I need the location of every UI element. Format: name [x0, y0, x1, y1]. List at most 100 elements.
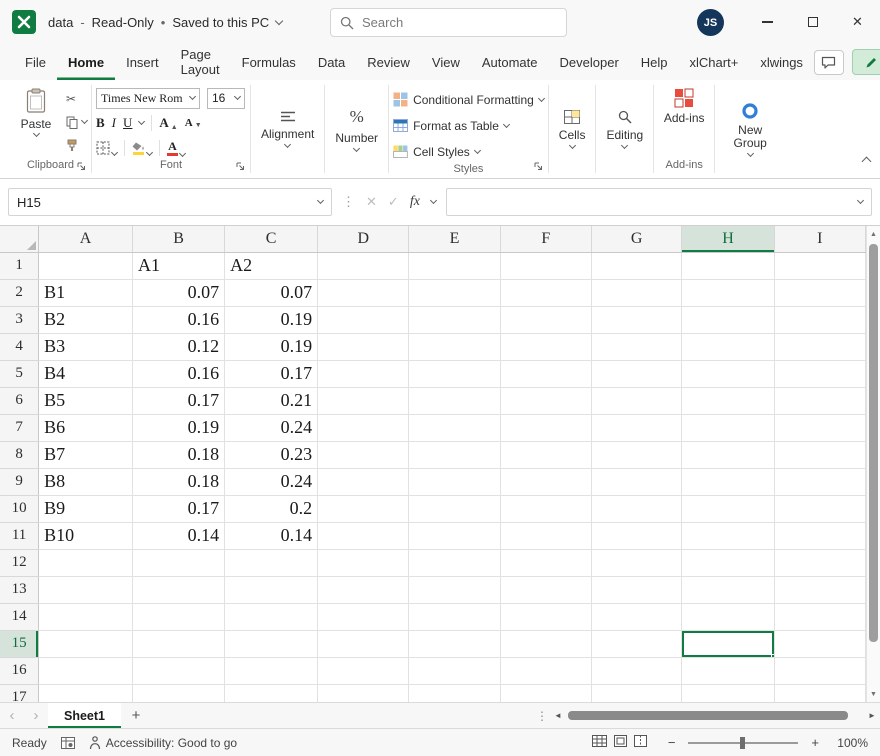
row-header-11[interactable]: 11 — [0, 522, 39, 549]
cell-H8[interactable] — [682, 441, 774, 468]
chevron-down-icon[interactable] — [317, 197, 324, 204]
cell-D7[interactable] — [318, 414, 409, 441]
format-as-table-button[interactable]: Format as Table — [393, 114, 544, 137]
cell-H12[interactable] — [682, 549, 774, 576]
cell-D10[interactable] — [318, 495, 409, 522]
cell-C16[interactable] — [225, 657, 318, 684]
cell-A2[interactable]: B1 — [39, 279, 133, 306]
cell-I6[interactable] — [774, 387, 865, 414]
cell-I16[interactable] — [774, 657, 865, 684]
row-header-10[interactable]: 10 — [0, 495, 39, 522]
cell-E14[interactable] — [409, 603, 500, 630]
row-header-1[interactable]: 1 — [0, 252, 39, 279]
cell-B16[interactable] — [133, 657, 225, 684]
cell-E12[interactable] — [409, 549, 500, 576]
cut-button[interactable]: ✂ — [66, 91, 87, 107]
cell-B15[interactable] — [133, 630, 225, 657]
drag-dots-icon[interactable]: ⋮ — [342, 194, 355, 210]
cell-E13[interactable] — [409, 576, 500, 603]
row-header-15[interactable]: 15 — [0, 630, 39, 657]
cell-B5[interactable]: 0.16 — [133, 360, 225, 387]
cell-I2[interactable] — [774, 279, 865, 306]
cell-F6[interactable] — [500, 387, 591, 414]
tab-developer[interactable]: Developer — [549, 44, 630, 80]
zoom-slider-thumb[interactable] — [740, 737, 745, 749]
zoom-slider[interactable] — [688, 742, 798, 744]
cell-I11[interactable] — [774, 522, 865, 549]
collapse-ribbon-button[interactable] — [863, 152, 870, 170]
cell-D16[interactable] — [318, 657, 409, 684]
cell-G1[interactable] — [591, 252, 681, 279]
cell-A6[interactable]: B5 — [39, 387, 133, 414]
cell-E16[interactable] — [409, 657, 500, 684]
font-size-combo[interactable]: 16 — [207, 88, 245, 109]
cell-B11[interactable]: 0.14 — [133, 522, 225, 549]
cell-B1[interactable]: A1 — [133, 252, 225, 279]
row-header-8[interactable]: 8 — [0, 441, 39, 468]
font-dialog-launcher-icon[interactable] — [236, 162, 245, 174]
cell-G13[interactable] — [591, 576, 681, 603]
cell-F7[interactable] — [500, 414, 591, 441]
row-header-5[interactable]: 5 — [0, 360, 39, 387]
sheet-tab-sheet1[interactable]: Sheet1 — [48, 703, 121, 728]
cell-B12[interactable] — [133, 549, 225, 576]
cell-styles-button[interactable]: Cell Styles — [393, 140, 544, 163]
cell-D1[interactable] — [318, 252, 409, 279]
insert-function-button[interactable]: fx — [410, 194, 420, 210]
cell-A11[interactable]: B10 — [39, 522, 133, 549]
cell-C13[interactable] — [225, 576, 318, 603]
cell-H3[interactable] — [682, 306, 774, 333]
row-header-12[interactable]: 12 — [0, 549, 39, 576]
cell-F10[interactable] — [500, 495, 591, 522]
tab-formulas[interactable]: Formulas — [231, 44, 307, 80]
cell-F3[interactable] — [500, 306, 591, 333]
cell-I13[interactable] — [774, 576, 865, 603]
maximize-button[interactable] — [790, 0, 835, 44]
cell-C15[interactable] — [225, 630, 318, 657]
paste-button[interactable]: Paste — [14, 88, 58, 159]
styles-dialog-launcher-icon[interactable] — [534, 162, 543, 174]
excel-logo-icon[interactable] — [11, 9, 37, 35]
row-header-7[interactable]: 7 — [0, 414, 39, 441]
column-header-D[interactable]: D — [318, 226, 409, 252]
close-button[interactable]: ✕ — [835, 0, 880, 44]
cell-B3[interactable]: 0.16 — [133, 306, 225, 333]
cell-A14[interactable] — [39, 603, 133, 630]
cell-C2[interactable]: 0.07 — [225, 279, 318, 306]
cell-D12[interactable] — [318, 549, 409, 576]
cell-A12[interactable] — [39, 549, 133, 576]
cell-A4[interactable]: B3 — [39, 333, 133, 360]
font-name-combo[interactable]: Times New Rom — [96, 88, 200, 109]
cell-H16[interactable] — [682, 657, 774, 684]
cell-G14[interactable] — [591, 603, 681, 630]
cell-A16[interactable] — [39, 657, 133, 684]
cell-G8[interactable] — [591, 441, 681, 468]
cell-I3[interactable] — [774, 306, 865, 333]
cell-C11[interactable]: 0.14 — [225, 522, 318, 549]
row-header-3[interactable]: 3 — [0, 306, 39, 333]
cell-H4[interactable] — [682, 333, 774, 360]
cell-B14[interactable] — [133, 603, 225, 630]
formula-input[interactable] — [455, 195, 858, 210]
cell-C4[interactable]: 0.19 — [225, 333, 318, 360]
row-header-4[interactable]: 4 — [0, 333, 39, 360]
select-all-corner[interactable] — [0, 226, 39, 252]
vertical-scrollbar-thumb[interactable] — [869, 244, 878, 642]
cell-F5[interactable] — [500, 360, 591, 387]
font-color-button[interactable]: A — [167, 140, 185, 156]
editing-dropdown-button[interactable]: Editing — [600, 80, 649, 178]
cell-A8[interactable]: B7 — [39, 441, 133, 468]
chevron-down-icon[interactable] — [857, 197, 864, 204]
scroll-left-button[interactable]: ◄ — [550, 703, 566, 728]
cell-E8[interactable] — [409, 441, 500, 468]
scroll-up-button[interactable]: ▲ — [867, 226, 880, 242]
alignment-dropdown-button[interactable]: Alignment — [255, 80, 320, 178]
cell-C14[interactable] — [225, 603, 318, 630]
cell-F14[interactable] — [500, 603, 591, 630]
cell-I7[interactable] — [774, 414, 865, 441]
add-sheet-button[interactable]: + — [121, 703, 151, 728]
cell-G11[interactable] — [591, 522, 681, 549]
cell-A10[interactable]: B9 — [39, 495, 133, 522]
cell-E7[interactable] — [409, 414, 500, 441]
tab-xlchart[interactable]: xlChart+ — [679, 44, 750, 80]
